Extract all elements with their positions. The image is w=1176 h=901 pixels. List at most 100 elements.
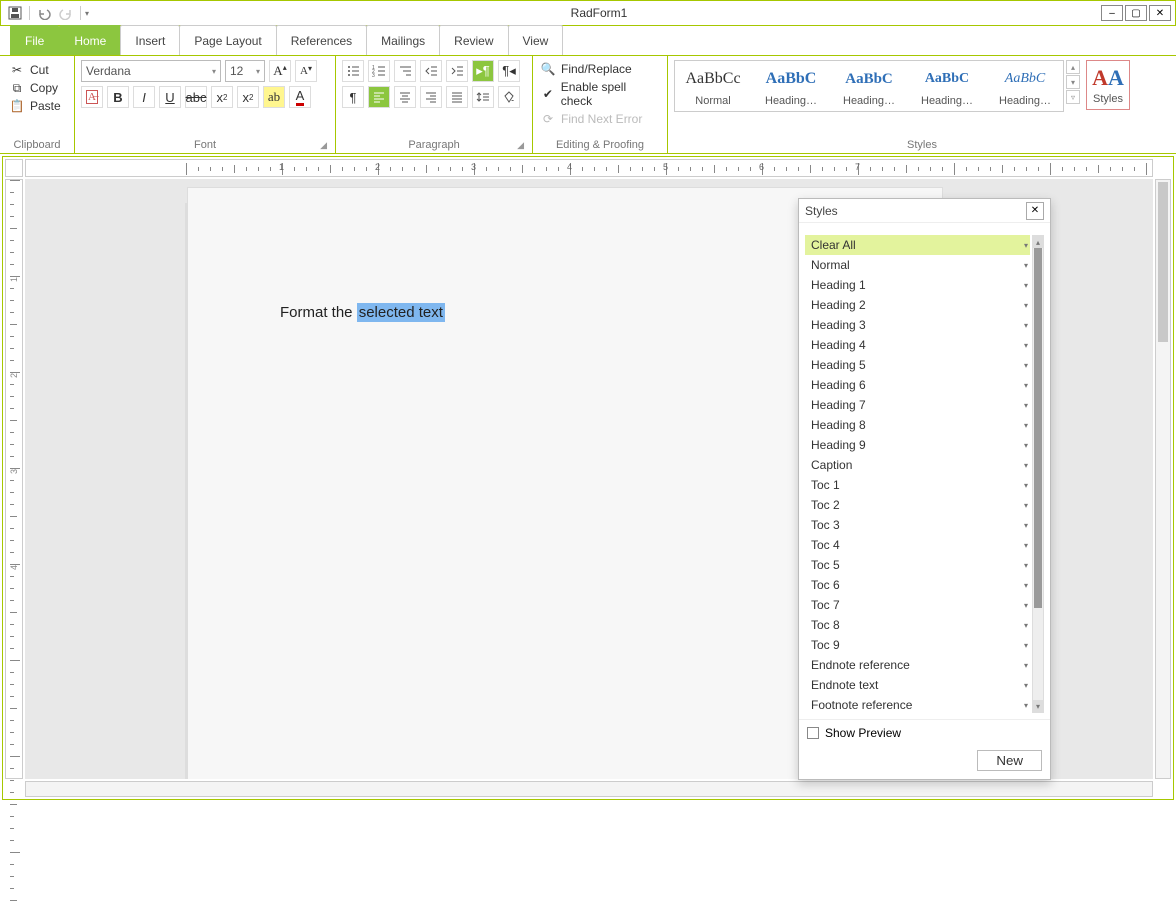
style-item-endnote-text[interactable]: Endnote text▾: [805, 675, 1030, 695]
decrease-indent-button[interactable]: [420, 60, 442, 82]
align-center-button[interactable]: [394, 86, 416, 108]
grow-font-button[interactable]: A▴: [269, 60, 291, 82]
highlight-button[interactable]: ab: [263, 86, 285, 108]
vertical-ruler[interactable]: 1234: [5, 179, 23, 779]
close-button[interactable]: ✕: [1149, 5, 1171, 21]
scroll-up-icon[interactable]: ▴: [1033, 236, 1043, 248]
chevron-down-icon[interactable]: ▾: [1024, 461, 1028, 470]
styles-pane-close-button[interactable]: ✕: [1026, 202, 1044, 220]
align-right-button[interactable]: [420, 86, 442, 108]
increase-indent-button[interactable]: [446, 60, 468, 82]
scrollbar-thumb[interactable]: [1034, 248, 1042, 608]
chevron-down-icon[interactable]: ▾: [1024, 421, 1028, 430]
gallery-up-icon[interactable]: ▴: [1066, 60, 1080, 74]
tab-mailings[interactable]: Mailings: [366, 25, 440, 55]
chevron-down-icon[interactable]: ▾: [1024, 621, 1028, 630]
style-item-toc-1[interactable]: Toc 1▾: [805, 475, 1030, 495]
style-item-toc-3[interactable]: Toc 3▾: [805, 515, 1030, 535]
bold-button[interactable]: B: [107, 86, 129, 108]
style-item-heading-3[interactable]: Heading 3▾: [805, 315, 1030, 335]
shading-button[interactable]: [498, 86, 520, 108]
chevron-down-icon[interactable]: ▾: [1024, 641, 1028, 650]
vertical-scrollbar[interactable]: [1155, 179, 1171, 779]
scroll-down-icon[interactable]: ▾: [1033, 700, 1043, 712]
document-text[interactable]: Format the selected text: [280, 304, 445, 321]
maximize-button[interactable]: ▢: [1125, 5, 1147, 21]
spellcheck-button[interactable]: ✔Enable spell check: [539, 80, 661, 108]
ruler-corner[interactable]: [5, 159, 23, 177]
gallery-down-icon[interactable]: ▾: [1066, 75, 1080, 89]
chevron-down-icon[interactable]: ▾: [1024, 361, 1028, 370]
style-item-heading-6[interactable]: Heading 6▾: [805, 375, 1030, 395]
chevron-down-icon[interactable]: ▾: [1024, 241, 1028, 250]
chevron-down-icon[interactable]: ▾: [1024, 541, 1028, 550]
style-item-toc-4[interactable]: Toc 4▾: [805, 535, 1030, 555]
font-family-combo[interactable]: Verdana▾: [81, 60, 221, 82]
gallery-more-icon[interactable]: ▿: [1066, 90, 1080, 104]
style-item-toc-8[interactable]: Toc 8▾: [805, 615, 1030, 635]
style-item-heading-7[interactable]: Heading 7▾: [805, 395, 1030, 415]
rtl-direction-button[interactable]: ¶◂: [498, 60, 520, 82]
numbered-list-button[interactable]: 123: [368, 60, 390, 82]
chevron-down-icon[interactable]: ▾: [1024, 521, 1028, 530]
scrollbar-thumb[interactable]: [1158, 182, 1168, 342]
styles-pane-header[interactable]: Styles ✕: [799, 199, 1050, 223]
style-item-heading-4[interactable]: Heading 4▾: [805, 335, 1030, 355]
style-item-heading-5[interactable]: Heading 5▾: [805, 355, 1030, 375]
show-preview-checkbox[interactable]: [807, 727, 819, 739]
chevron-down-icon[interactable]: ▾: [1024, 261, 1028, 270]
font-size-combo[interactable]: 12▾: [225, 60, 265, 82]
style-item-heading-8[interactable]: Heading 8▾: [805, 415, 1030, 435]
style-card-heading-[interactable]: AaBbCHeading…: [757, 65, 825, 107]
chevron-down-icon[interactable]: ▾: [1024, 321, 1028, 330]
subscript-button[interactable]: x2: [211, 86, 233, 108]
ltr-direction-button[interactable]: ▸¶: [472, 60, 494, 82]
line-spacing-button[interactable]: [472, 86, 494, 108]
chevron-down-icon[interactable]: ▾: [1024, 701, 1028, 710]
qat-dropdown-icon[interactable]: ▾: [85, 9, 95, 18]
style-card-heading-[interactable]: AaBbCHeading…: [913, 65, 981, 107]
chevron-down-icon[interactable]: ▾: [1024, 581, 1028, 590]
style-item-endnote-reference[interactable]: Endnote reference▾: [805, 655, 1030, 675]
strike-button[interactable]: abc: [185, 86, 207, 108]
font-color-button[interactable]: A: [289, 86, 311, 108]
tab-page-layout[interactable]: Page Layout: [179, 25, 276, 55]
chevron-down-icon[interactable]: ▾: [1024, 661, 1028, 670]
bulleted-list-button[interactable]: [342, 60, 364, 82]
chevron-down-icon[interactable]: ▾: [1024, 341, 1028, 350]
horizontal-scrollbar[interactable]: [25, 781, 1153, 797]
style-item-toc-5[interactable]: Toc 5▾: [805, 555, 1030, 575]
styles-pane-launcher[interactable]: AA Styles: [1086, 60, 1130, 110]
show-marks-button[interactable]: ¶: [342, 86, 364, 108]
minimize-button[interactable]: –: [1101, 5, 1123, 21]
tab-review[interactable]: Review: [439, 25, 508, 55]
chevron-down-icon[interactable]: ▾: [1024, 441, 1028, 450]
styles-list[interactable]: Clear All▾Normal▾Heading 1▾Heading 2▾Hea…: [805, 235, 1030, 713]
style-item-heading-2[interactable]: Heading 2▾: [805, 295, 1030, 315]
chevron-down-icon[interactable]: ▾: [1024, 301, 1028, 310]
shrink-font-button[interactable]: A▾: [295, 60, 317, 82]
cut-button[interactable]: ✂Cut: [6, 62, 65, 78]
superscript-button[interactable]: x2: [237, 86, 259, 108]
underline-button[interactable]: U: [159, 86, 181, 108]
align-justify-button[interactable]: [446, 86, 468, 108]
chevron-down-icon[interactable]: ▾: [1024, 501, 1028, 510]
copy-button[interactable]: ⧉Copy: [6, 80, 65, 96]
chevron-down-icon[interactable]: ▾: [1024, 681, 1028, 690]
new-style-button[interactable]: New: [977, 750, 1042, 771]
multilevel-list-button[interactable]: [394, 60, 416, 82]
paste-button[interactable]: 📋Paste: [6, 98, 65, 114]
chevron-down-icon[interactable]: ▾: [1024, 601, 1028, 610]
style-item-heading-1[interactable]: Heading 1▾: [805, 275, 1030, 295]
tab-view[interactable]: View: [508, 25, 564, 55]
chevron-down-icon[interactable]: ▾: [1024, 401, 1028, 410]
tab-references[interactable]: References: [276, 25, 367, 55]
find-replace-button[interactable]: 🔍Find/Replace: [539, 62, 661, 76]
style-card-heading-[interactable]: AaBbCHeading…: [991, 65, 1059, 107]
style-item-toc-2[interactable]: Toc 2▾: [805, 495, 1030, 515]
chevron-down-icon[interactable]: ▾: [1024, 561, 1028, 570]
style-item-normal[interactable]: Normal▾: [805, 255, 1030, 275]
style-item-toc-9[interactable]: Toc 9▾: [805, 635, 1030, 655]
style-item-heading-9[interactable]: Heading 9▾: [805, 435, 1030, 455]
horizontal-ruler[interactable]: 1234567: [25, 159, 1153, 177]
